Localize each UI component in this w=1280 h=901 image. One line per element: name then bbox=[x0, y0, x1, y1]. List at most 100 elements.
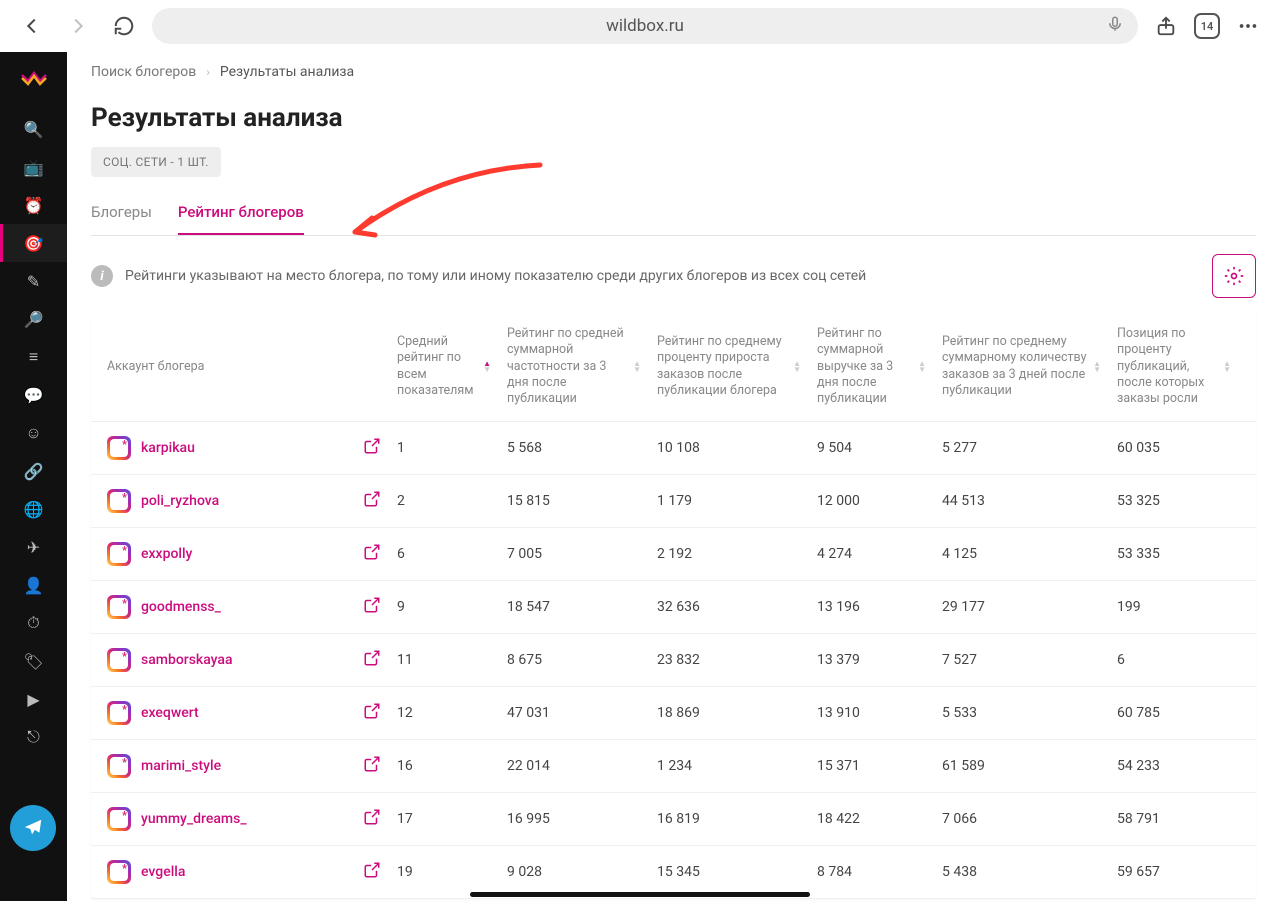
th-freq[interactable]: Рейтинг по средней суммарной частотности… bbox=[499, 326, 649, 407]
account-link[interactable]: yummy_dreams_ bbox=[141, 811, 247, 827]
cell-freq: 7 005 bbox=[499, 546, 649, 562]
table-header: Аккаунт блогера Средний рейтинг по всем … bbox=[91, 312, 1256, 422]
table-row: yummy_dreams_1716 99516 81918 4227 06658… bbox=[91, 793, 1256, 846]
table-row: goodmenss_918 54732 63613 19629 177199 bbox=[91, 581, 1256, 634]
cell-position: 54 233 bbox=[1109, 758, 1239, 774]
sidebar-item-search[interactable]: 🔍 bbox=[0, 110, 67, 148]
th-account[interactable]: Аккаунт блогера bbox=[99, 326, 389, 407]
sidebar-item-zoom[interactable]: 🔎 bbox=[0, 300, 67, 338]
cell-growth: 1 179 bbox=[649, 493, 809, 509]
external-link-icon[interactable] bbox=[363, 490, 381, 512]
cell-avg: 19 bbox=[389, 864, 499, 880]
sidebar-item-link[interactable]: 🔗 bbox=[0, 452, 67, 490]
tab-bloggers[interactable]: Блогеры bbox=[91, 195, 152, 235]
cell-avg: 9 bbox=[389, 599, 499, 615]
instagram-icon bbox=[107, 595, 131, 619]
table-row: poli_ryzhova215 8151 17912 00044 51353 3… bbox=[91, 475, 1256, 528]
external-link-icon[interactable] bbox=[363, 437, 381, 459]
table-row: marimi_style1622 0141 23415 37161 58954 … bbox=[91, 740, 1256, 793]
sidebar-item-smile[interactable]: ☺ bbox=[0, 414, 67, 452]
app-logo[interactable] bbox=[19, 62, 49, 92]
cell-freq: 5 568 bbox=[499, 440, 649, 456]
cell-orders: 5 533 bbox=[934, 705, 1109, 721]
info-bar: i Рейтинги указывают на место блогера, п… bbox=[91, 254, 1256, 298]
cell-growth: 10 108 bbox=[649, 440, 809, 456]
reload-button[interactable] bbox=[106, 8, 142, 44]
external-link-icon[interactable] bbox=[363, 702, 381, 724]
cell-revenue: 4 274 bbox=[809, 546, 934, 562]
cell-position: 59 657 bbox=[1109, 864, 1239, 880]
account-link[interactable]: marimi_style bbox=[141, 758, 221, 774]
account-link[interactable]: goodmenss_ bbox=[141, 599, 221, 615]
th-avg-rating[interactable]: Средний рейтинг по всем показателям▲▼ bbox=[389, 326, 499, 407]
instagram-icon bbox=[107, 489, 131, 513]
forward-button[interactable] bbox=[60, 8, 96, 44]
cell-orders: 44 513 bbox=[934, 493, 1109, 509]
th-orders-growth[interactable]: Рейтинг по среднему проценту прироста за… bbox=[649, 326, 809, 407]
sidebar-item-globe[interactable]: 🌐 bbox=[0, 490, 67, 528]
account-link[interactable]: exeqwert bbox=[141, 705, 199, 721]
th-revenue[interactable]: Рейтинг по суммарной выручке за 3 дня по… bbox=[809, 326, 934, 407]
sidebar-item-target[interactable]: 🎯 bbox=[0, 224, 67, 262]
cell-revenue: 9 504 bbox=[809, 440, 934, 456]
sidebar-item-logout[interactable]: ⎋ bbox=[0, 718, 67, 756]
external-link-icon[interactable] bbox=[363, 755, 381, 777]
mic-icon[interactable] bbox=[1106, 15, 1124, 38]
cell-position: 58 791 bbox=[1109, 811, 1239, 827]
cell-avg: 6 bbox=[389, 546, 499, 562]
account-link[interactable]: evgella bbox=[141, 864, 185, 880]
telegram-fab[interactable] bbox=[10, 805, 56, 851]
sidebar: 🔍 📺 ⏰ 🎯 ✎ 🔎 ≡ 💬 ☺ 🔗 🌐 ✈ 👤 ⏱ 🏷 ▶ ⎋ bbox=[0, 52, 67, 901]
th-orders-count[interactable]: Рейтинг по среднему суммарному количеств… bbox=[934, 326, 1109, 407]
cell-avg: 17 bbox=[389, 811, 499, 827]
external-link-icon[interactable] bbox=[363, 808, 381, 830]
external-link-icon[interactable] bbox=[363, 596, 381, 618]
settings-button[interactable] bbox=[1212, 254, 1256, 298]
account-link[interactable]: karpikau bbox=[141, 440, 195, 456]
sidebar-item-tag[interactable]: 🏷 bbox=[0, 642, 67, 680]
sidebar-item-clock[interactable]: ⏱ bbox=[0, 604, 67, 642]
external-link-icon[interactable] bbox=[363, 543, 381, 565]
sidebar-item-send[interactable]: ✈ bbox=[0, 528, 67, 566]
table-body: karpikau15 56810 1089 5045 27760 035poli… bbox=[91, 422, 1256, 899]
cell-freq: 47 031 bbox=[499, 705, 649, 721]
url-bar[interactable]: wildbox.ru bbox=[152, 8, 1138, 44]
cell-revenue: 13 379 bbox=[809, 652, 934, 668]
cell-avg: 16 bbox=[389, 758, 499, 774]
tab-rating[interactable]: Рейтинг блогеров bbox=[178, 195, 304, 235]
account-link[interactable]: exxpolly bbox=[141, 546, 192, 562]
more-button[interactable] bbox=[1230, 8, 1266, 44]
sidebar-item-edit[interactable]: ✎ bbox=[0, 262, 67, 300]
url-text: wildbox.ru bbox=[606, 16, 684, 36]
chevron-right-icon: › bbox=[206, 65, 210, 79]
cell-freq: 18 547 bbox=[499, 599, 649, 615]
social-count-pill[interactable]: СОЦ. СЕТИ - 1 ШТ. bbox=[91, 147, 221, 177]
sidebar-item-youtube[interactable]: ▶ bbox=[0, 680, 67, 718]
external-link-icon[interactable] bbox=[363, 649, 381, 671]
sidebar-item-alarm[interactable]: ⏰ bbox=[0, 186, 67, 224]
cell-avg: 2 bbox=[389, 493, 499, 509]
breadcrumb-root[interactable]: Поиск блогеров bbox=[91, 64, 196, 80]
cell-growth: 18 869 bbox=[649, 705, 809, 721]
external-link-icon[interactable] bbox=[363, 861, 381, 883]
share-button[interactable] bbox=[1148, 8, 1184, 44]
instagram-icon bbox=[107, 860, 131, 884]
sidebar-item-list[interactable]: ≡ bbox=[0, 338, 67, 376]
instagram-icon bbox=[107, 807, 131, 831]
ratings-table: Аккаунт блогера Средний рейтинг по всем … bbox=[91, 312, 1256, 899]
account-link[interactable]: poli_ryzhova bbox=[141, 493, 219, 509]
back-button[interactable] bbox=[14, 8, 50, 44]
sidebar-item-user[interactable]: 👤 bbox=[0, 566, 67, 604]
table-row: samborskayaa118 67523 83213 3797 5276 bbox=[91, 634, 1256, 687]
cell-revenue: 12 000 bbox=[809, 493, 934, 509]
tabs: Блогеры Рейтинг блогеров bbox=[91, 195, 1256, 236]
sidebar-item-tv[interactable]: 📺 bbox=[0, 148, 67, 186]
account-link[interactable]: samborskayaa bbox=[141, 652, 233, 668]
browser-toolbar: wildbox.ru 14 bbox=[0, 0, 1280, 52]
info-text: Рейтинги указывают на место блогера, по … bbox=[125, 268, 1200, 284]
cell-position: 60 785 bbox=[1109, 705, 1239, 721]
cell-revenue: 13 910 bbox=[809, 705, 934, 721]
tabs-button[interactable]: 14 bbox=[1194, 13, 1220, 39]
sidebar-item-chat[interactable]: 💬 bbox=[0, 376, 67, 414]
th-position[interactable]: Позиция по проценту публикаций, после ко… bbox=[1109, 326, 1239, 407]
